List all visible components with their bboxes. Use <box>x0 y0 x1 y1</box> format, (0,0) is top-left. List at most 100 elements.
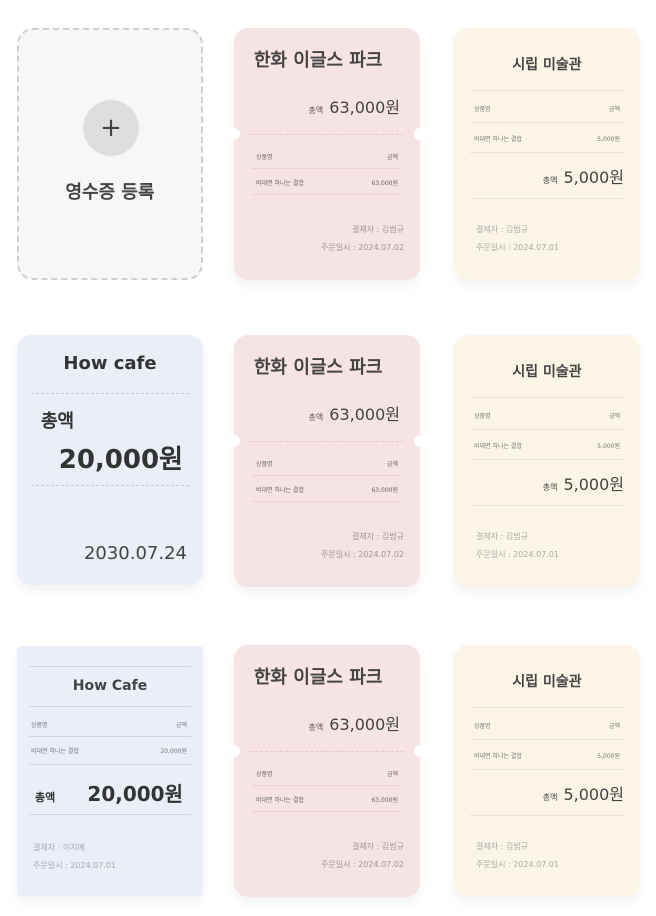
dashed-divider <box>31 393 189 394</box>
ticket-tear-line <box>250 134 404 135</box>
order-date: 주문일시 : 2024.07.02 <box>320 550 404 559</box>
item-name: 비대면 하나는 결합 <box>474 136 522 143</box>
divider <box>470 769 624 770</box>
total-amount: 5,000원 <box>563 475 624 494</box>
ticket-notch <box>414 745 426 757</box>
receipt-title: 한화 이글스 파크 <box>254 357 383 378</box>
ticket-notch <box>228 435 240 447</box>
col-name: 상품명 <box>474 106 491 113</box>
divider <box>470 815 624 816</box>
receipt-total: 총액 5,000원 <box>543 781 624 805</box>
item-price: 20,000원 <box>160 748 187 755</box>
ticket-notch <box>414 128 426 140</box>
total-amount: 63,000원 <box>329 715 400 734</box>
divider <box>470 198 624 199</box>
receipt-card-hanwha[interactable]: 한화 이글스 파크 총액 63,000원 상품명 금액 비대면 하나는 결합 63,0… <box>228 28 426 280</box>
receipt-date: 2030.07.24 <box>83 543 187 564</box>
total-label: 총액 <box>542 793 558 802</box>
total-amount: 5,000원 <box>563 785 624 804</box>
col-name: 상품명 <box>256 461 273 468</box>
receipt-card-howcafe[interactable]: How cafe 총액 20,000원 2030.07.24 <box>17 335 203 585</box>
receipt-title: 한화 이글스 파크 <box>254 667 383 688</box>
total-amount: 20,000원 <box>87 782 183 806</box>
receipt-header-row: 상품명 금액 <box>256 459 398 468</box>
receipt-card-museum[interactable]: 시립 미술관 상품명 금액 비대면 하나는 결합 5,000원 총액 5,000원 결… <box>454 28 640 280</box>
divider <box>29 814 191 815</box>
receipt-total: 총액 63,000원 <box>309 94 400 118</box>
col-price: 금액 <box>608 106 620 113</box>
item-price: 5,000원 <box>597 443 620 450</box>
receipt-total: 총액 5,000원 <box>543 164 624 188</box>
item-price: 63,000원 <box>371 797 398 804</box>
divider <box>470 397 624 398</box>
total-label: 총액 <box>308 106 324 115</box>
receipt-total: 총액 5,000원 <box>543 471 624 495</box>
col-price: 금액 <box>608 723 620 730</box>
dashed-divider <box>31 485 189 486</box>
order-date: 주문일시 : 2024.07.01 <box>33 861 117 870</box>
ticket-tear-line <box>250 751 404 752</box>
payer: 결제자 : 김범규 <box>476 225 528 234</box>
receipt-card-museum[interactable]: 시립 미술관 상품명 금액 비대면 하나는 결합 5,000원 총액 5,000원 결… <box>454 645 640 897</box>
receipt-card-museum[interactable]: 시립 미술관 상품명 금액 비대면 하나는 결합 5,000원 총액 5,000원 결… <box>454 335 640 587</box>
item-name: 비대면 하나는 결합 <box>256 487 304 494</box>
total-label: 총액 <box>35 791 56 804</box>
receipt-total: 총액 63,000원 <box>309 401 400 425</box>
ticket-tear-line <box>250 441 404 442</box>
col-name: 상품명 <box>474 723 491 730</box>
divider <box>29 764 191 765</box>
item-name: 비대면 하나는 결합 <box>474 753 522 760</box>
col-name: 상품명 <box>256 154 273 161</box>
col-price: 금액 <box>386 771 398 778</box>
receipt-card-howcafe-detail[interactable]: How Cafe 상품명 금액 비대면 하나는 결합 20,000원 총액 20,00… <box>17 646 203 896</box>
item-price: 5,000원 <box>597 753 620 760</box>
total-amount: 5,000원 <box>563 168 624 187</box>
divider <box>470 90 624 91</box>
total-label: 총액 <box>308 723 324 732</box>
receipt-item-row: 비대면 하나는 결합 5,000원 <box>474 134 620 143</box>
payer: 결제자 : 김범규 <box>352 842 404 851</box>
receipt-header-row: 상품명 금액 <box>474 104 620 113</box>
col-name: 상품명 <box>31 722 48 729</box>
col-name: 상품명 <box>256 771 273 778</box>
divider <box>29 706 191 707</box>
receipt-total: 총액 63,000원 <box>309 711 400 735</box>
divider <box>470 707 624 708</box>
order-date: 주문일시 : 2024.07.01 <box>476 860 560 869</box>
col-price: 금액 <box>608 413 620 420</box>
total-label: 총액 <box>308 413 324 422</box>
receipt-header-row: 상품명 금액 <box>256 152 398 161</box>
divider <box>29 736 191 737</box>
receipt-item-row: 비대면 하나는 결합 63,000원 <box>256 795 398 804</box>
item-price: 63,000원 <box>371 180 398 187</box>
item-price: 63,000원 <box>371 487 398 494</box>
receipt-item-row: 비대면 하나는 결합 5,000원 <box>474 751 620 760</box>
total-amount: 63,000원 <box>329 405 400 424</box>
item-name: 비대면 하나는 결합 <box>256 797 304 804</box>
divider <box>470 152 624 153</box>
divider <box>470 459 624 460</box>
divider <box>252 785 402 786</box>
add-receipt-card[interactable]: + 영수증 등록 <box>17 28 203 280</box>
divider <box>252 811 402 812</box>
receipt-card-hanwha[interactable]: 한화 이글스 파크 총액 63,000원 상품명 금액 비대면 하나는 결합 63,0… <box>228 645 426 897</box>
order-date: 주문일시 : 2024.07.02 <box>320 243 404 252</box>
divider <box>470 429 624 430</box>
col-price: 금액 <box>386 461 398 468</box>
receipt-card-hanwha[interactable]: 한화 이글스 파크 총액 63,000원 상품명 금액 비대면 하나는 결합 63,0… <box>228 335 426 587</box>
receipt-title: How cafe <box>63 353 157 374</box>
receipt-title: 시립 미술관 <box>512 57 582 73</box>
total-label: 총액 <box>542 483 558 492</box>
total-amount: 63,000원 <box>329 98 400 117</box>
total-amount: 20,000원 <box>58 445 183 475</box>
divider <box>252 501 402 502</box>
receipt-item-row: 비대면 하나는 결합 20,000원 <box>31 746 187 755</box>
plus-icon[interactable]: + <box>83 100 139 156</box>
receipt-item-row: 비대면 하나는 결합 5,000원 <box>474 441 620 450</box>
receipt-item-row: 비대면 하나는 결합 63,000원 <box>256 485 398 494</box>
receipt-item-row: 비대면 하나는 결합 63,000원 <box>256 178 398 187</box>
col-price: 금액 <box>386 154 398 161</box>
receipt-header-row: 상품명 금액 <box>474 721 620 730</box>
divider <box>470 122 624 123</box>
receipt-title: 시립 미술관 <box>512 674 582 690</box>
